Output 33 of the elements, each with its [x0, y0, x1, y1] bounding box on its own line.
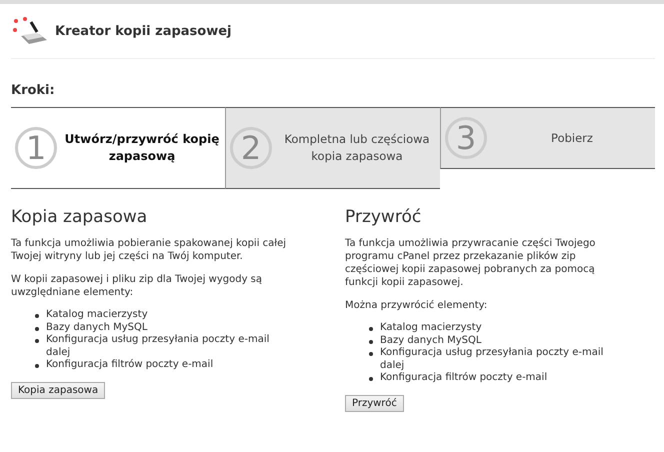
list-item: Konfiguracja usług przesyłania poczty e-mail dalej — [46, 334, 270, 359]
step-number: 1 — [15, 127, 57, 169]
bullet-icon — [369, 327, 373, 331]
description-text: Ta funkcja umożliwia przywracanie części Twojego programu cPanel przez przekazanie plików zip częściowej kopii zapasowej pobranych za pomocą funkcji kopii zapasowej. — [345, 237, 596, 289]
step-tab[interactable]: 2 Kompletna lub częściowa kopia zapasowa — [225, 107, 440, 189]
step-number: 2 — [230, 127, 272, 169]
bullet-icon — [35, 326, 39, 330]
bullet-icon — [369, 377, 373, 381]
wizard-title: Kreator kopii zapasowej — [55, 24, 232, 38]
list-item: Katalog macierzysty — [46, 309, 149, 322]
bullet-icon — [35, 364, 39, 368]
list-item: Konfiguracja filtrów poczty e-mail — [380, 372, 548, 384]
list-item: Konfiguracja usług przesyłania poczty e-mail dalej — [380, 347, 604, 372]
wand-icon — [11, 16, 49, 46]
bullet-icon — [35, 339, 39, 343]
bullet-icon — [369, 352, 373, 356]
steps-label: Kroki: — [11, 83, 56, 98]
action-button[interactable]: Kopia zapasowa — [11, 382, 106, 398]
step-tab[interactable]: 3 Pobierz — [440, 107, 655, 169]
list-item: Konfiguracja filtrów poczty e-mail — [46, 359, 214, 372]
section-heading: Kopia zapasowa — [11, 207, 148, 227]
step-number: 3 — [445, 117, 487, 159]
bullet-icon — [35, 314, 39, 318]
list-item: Katalog macierzysty — [380, 322, 483, 334]
action-button[interactable]: Przywróć — [345, 394, 404, 412]
description-text: Ta funkcja umożliwia pobieranie spakowanej kopii całej Twojej witryny lub jej części na Twój komputer. — [11, 237, 288, 263]
bullet-icon — [369, 340, 373, 344]
step-tab[interactable]: 1 Utwórz/przywróć kopię zapasową — [11, 107, 225, 189]
list-item: Bazy danych MySQL — [380, 334, 482, 347]
section-heading: Przywróć — [345, 207, 422, 227]
list-item: Bazy danych MySQL — [46, 322, 148, 334]
description-text: W kopii zapasowej i pliku zip dla Twojej wygody są uwzględniane elementy: — [11, 273, 264, 299]
description-text: Można przywrócić elementy: — [345, 299, 488, 312]
